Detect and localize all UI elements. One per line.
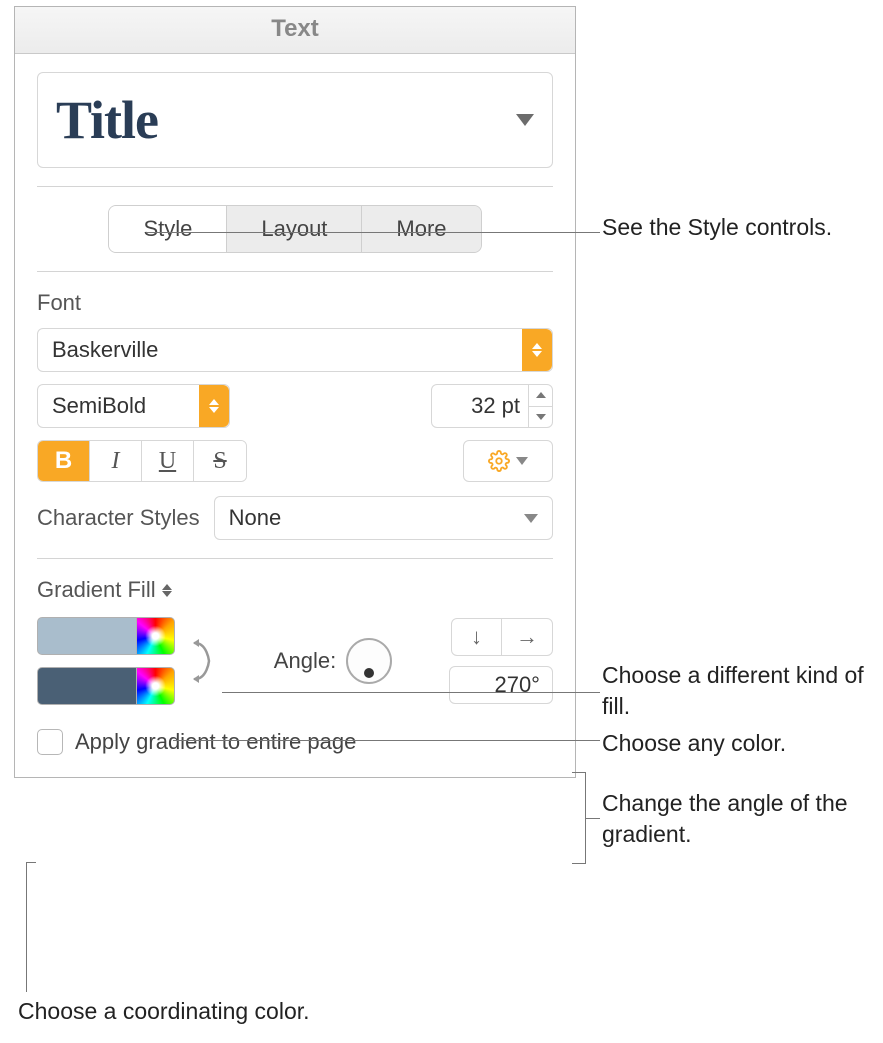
fill-type-select[interactable]: Gradient Fill — [37, 577, 172, 603]
paragraph-style-dropdown[interactable]: Title — [37, 72, 553, 168]
text-style-group: B I U S — [37, 440, 247, 482]
paragraph-style-name: Title — [56, 89, 158, 151]
panel-title: Text — [15, 7, 575, 54]
angle-label: Angle: — [274, 648, 336, 674]
select-stepper-icon — [199, 385, 229, 427]
chevron-down-icon — [516, 457, 528, 465]
apply-gradient-page-label: Apply gradient to entire page — [75, 729, 356, 755]
stepper-up-button[interactable] — [529, 385, 552, 407]
gear-icon — [488, 450, 510, 472]
direction-right-button[interactable]: → — [502, 619, 552, 655]
stepper-down-button[interactable] — [529, 407, 552, 428]
callout-line — [173, 740, 600, 741]
font-weight-value: SemiBold — [52, 393, 146, 419]
gradient-color-1-picker[interactable] — [137, 617, 175, 655]
font-family-value: Baskerville — [52, 337, 158, 363]
fill-type-label: Gradient Fill — [37, 577, 156, 603]
font-family-select[interactable]: Baskerville — [37, 328, 553, 372]
tab-style[interactable]: Style — [109, 206, 227, 252]
tab-bar: Style Layout More — [108, 205, 481, 253]
select-stepper-icon — [522, 329, 552, 371]
gradient-color-2-swatch[interactable] — [37, 667, 137, 705]
callout-style-controls: See the Style controls. — [602, 212, 832, 243]
callout-fill-kind: Choose a different kind of fill. — [602, 660, 883, 722]
strikethrough-button[interactable]: S — [194, 441, 246, 481]
chevron-down-icon — [516, 114, 534, 126]
gradient-color-1-swatch[interactable] — [37, 617, 137, 655]
callout-line — [222, 692, 600, 693]
divider — [37, 271, 553, 272]
angle-dial[interactable] — [346, 638, 392, 684]
select-stepper-icon — [162, 584, 172, 597]
callout-coord-color: Choose a coordinating color. — [18, 996, 310, 1027]
stepper-arrows — [528, 385, 552, 427]
callout-any-color: Choose any color. — [602, 728, 786, 759]
font-weight-select[interactable]: SemiBold — [37, 384, 230, 428]
direction-down-button[interactable]: ↓ — [452, 619, 502, 655]
swap-colors-icon[interactable] — [187, 631, 217, 691]
angle-value: 270° — [494, 672, 540, 698]
callout-line — [586, 818, 600, 819]
tab-more[interactable]: More — [362, 206, 480, 252]
bold-button[interactable]: B — [38, 441, 90, 481]
font-size-input[interactable] — [432, 393, 502, 419]
character-styles-select[interactable]: None — [214, 496, 553, 540]
underline-button[interactable]: U — [142, 441, 194, 481]
text-inspector-panel: Text Title Style Layout More Font Basker… — [14, 6, 576, 778]
font-size-stepper[interactable]: pt — [431, 384, 553, 428]
callout-bracket — [572, 772, 586, 864]
divider — [37, 558, 553, 559]
character-styles-value: None — [229, 505, 282, 531]
gradient-color-2-picker[interactable] — [137, 667, 175, 705]
callout-angle: Change the angle of the gradient. — [602, 788, 883, 850]
chevron-down-icon — [524, 514, 538, 523]
callout-line — [26, 862, 36, 863]
font-size-unit: pt — [502, 393, 528, 419]
apply-gradient-page-checkbox[interactable] — [37, 729, 63, 755]
advanced-options-button[interactable] — [463, 440, 553, 482]
tab-layout[interactable]: Layout — [227, 206, 362, 252]
gradient-direction-group: ↓ → — [451, 618, 553, 656]
italic-button[interactable]: I — [90, 441, 142, 481]
angle-value-field[interactable]: 270° — [449, 666, 553, 704]
character-styles-label: Character Styles — [37, 505, 200, 531]
font-section-label: Font — [37, 290, 553, 316]
callout-line — [26, 862, 27, 992]
divider — [37, 186, 553, 187]
callout-line — [146, 232, 600, 233]
